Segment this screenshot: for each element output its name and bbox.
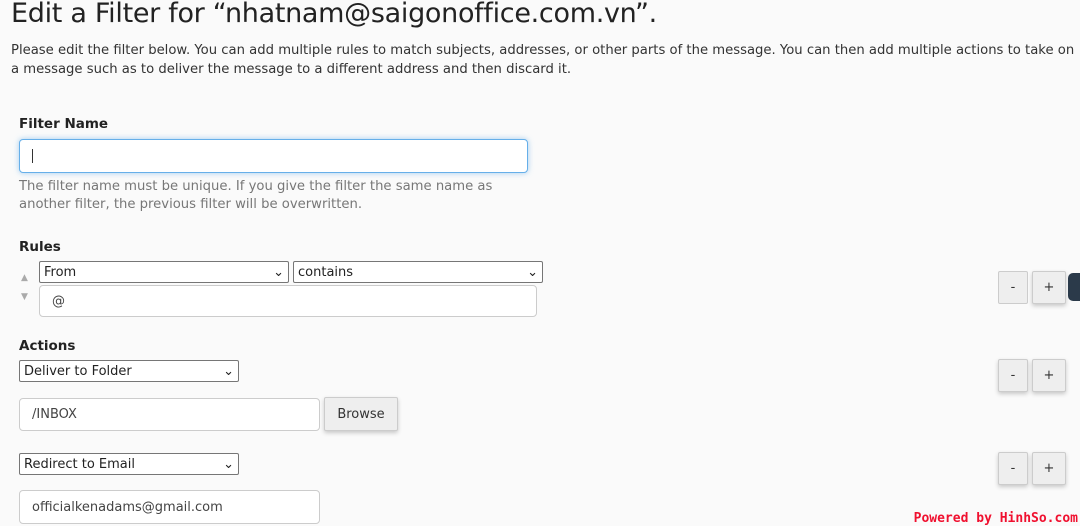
filter-name-label: Filter Name <box>19 116 109 132</box>
filter-name-help: The filter name must be unique. If you g… <box>19 179 493 212</box>
folder-input[interactable]: /INBOX <box>19 398 320 431</box>
chevron-down-icon: ⌄ <box>527 264 538 280</box>
rule-value: @ <box>52 293 65 309</box>
browse-button[interactable]: Browse <box>324 397 398 431</box>
rule-value-input[interactable]: @ <box>39 285 537 317</box>
rules-label: Rules <box>19 239 61 255</box>
remove-action-button[interactable]: - <box>998 359 1028 392</box>
action-type-value: Deliver to Folder <box>24 363 132 379</box>
add-action-button[interactable]: + <box>1032 359 1066 392</box>
watermark: Powered by HinhSo.com <box>913 511 1078 526</box>
actions-label: Actions <box>19 338 76 354</box>
action-type-value: Redirect to Email <box>24 456 135 472</box>
action-type-select[interactable]: Redirect to Email ⌄ <box>19 453 239 475</box>
rule-field-select[interactable]: From ⌄ <box>39 261 289 283</box>
text-cursor <box>32 149 33 163</box>
add-rule-button[interactable]: + <box>1032 271 1066 304</box>
redirect-email-input[interactable]: officialkenadams@gmail.com <box>19 490 320 524</box>
redirect-email-value: officialkenadams@gmail.com <box>32 499 223 515</box>
move-up-icon[interactable]: ▲ <box>21 273 28 283</box>
page-title: Edit a Filter for “nhatnam@saigonoffice.… <box>11 0 657 29</box>
chevron-down-icon: ⌄ <box>273 264 284 280</box>
filter-name-input[interactable] <box>19 139 528 173</box>
page-description: Please edit the filter below. You can ad… <box>11 43 1075 77</box>
add-action-button[interactable]: + <box>1032 452 1066 485</box>
folder-value: /INBOX <box>32 407 77 422</box>
chevron-down-icon: ⌄ <box>223 456 234 472</box>
tooltip <box>1068 273 1080 301</box>
action-type-select[interactable]: Deliver to Folder ⌄ <box>19 360 239 382</box>
rule-operator-select[interactable]: contains ⌄ <box>293 261 543 283</box>
chevron-down-icon: ⌄ <box>223 363 234 379</box>
move-down-icon[interactable]: ▼ <box>21 292 28 302</box>
remove-rule-button[interactable]: - <box>998 271 1028 304</box>
remove-action-button[interactable]: - <box>998 452 1028 485</box>
rule-operator-value: contains <box>298 264 354 280</box>
rule-field-value: From <box>44 264 77 280</box>
